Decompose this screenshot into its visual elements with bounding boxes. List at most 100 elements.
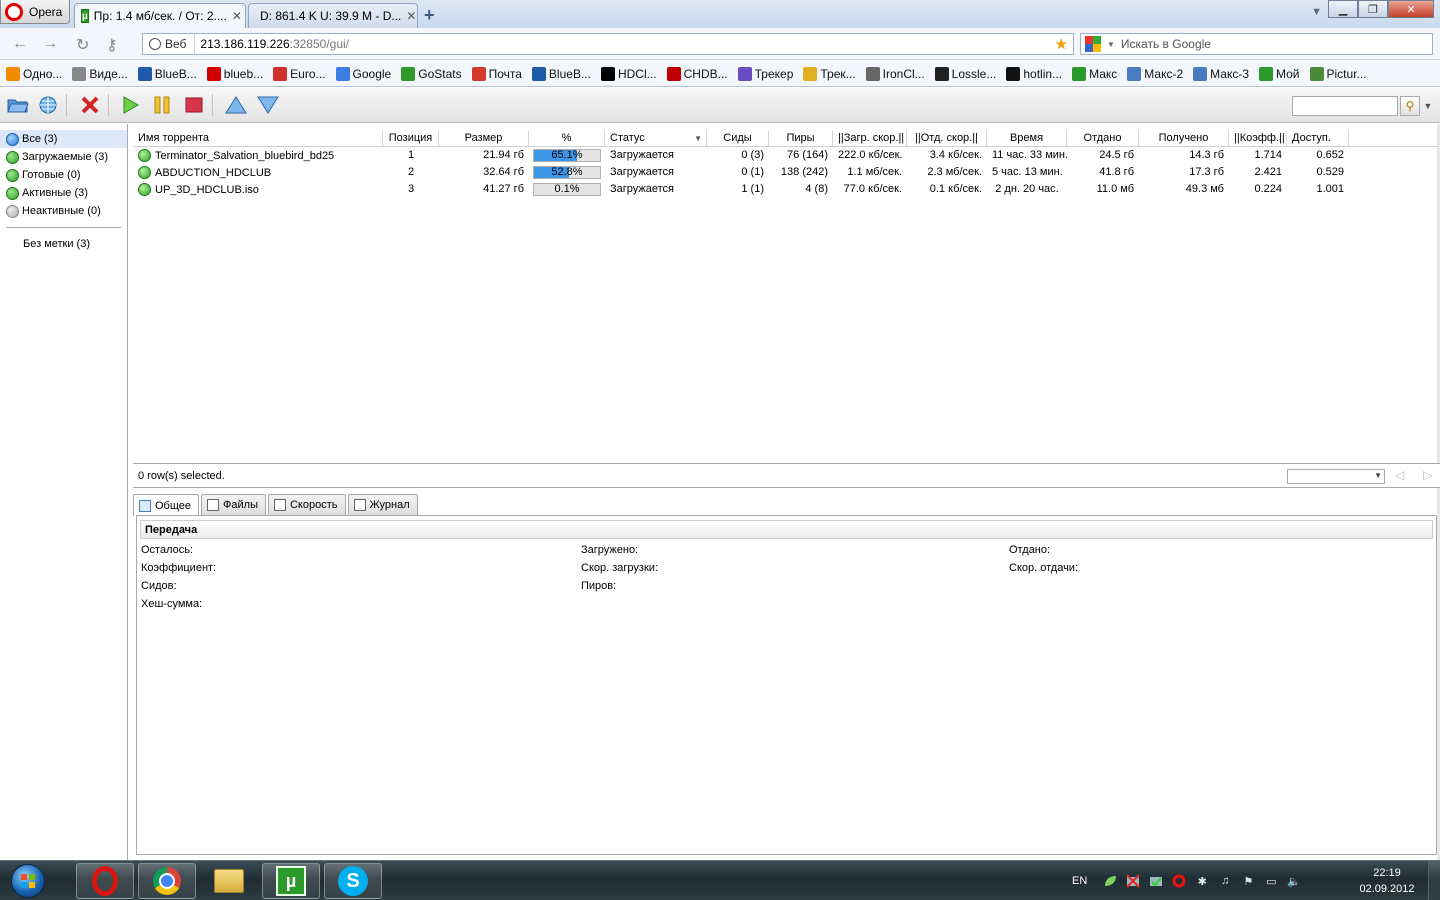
column-header-7[interactable]: ||Загр. скор.||: [833, 130, 907, 146]
prev-page-icon[interactable]: ◁: [1395, 468, 1404, 482]
restore-button[interactable]: ❐: [1358, 0, 1388, 18]
bookmark-10[interactable]: CHDB...: [666, 66, 728, 81]
bookmark-0[interactable]: Одно...: [6, 66, 62, 81]
move-down-button[interactable]: [256, 94, 280, 116]
column-header-4[interactable]: Статус ▼: [605, 130, 707, 146]
sidebar-item-3[interactable]: Активные (3): [0, 184, 127, 202]
browser-tab-utorrent[interactable]: µ Пр: 1.4 мб/сек. / От: 2.... ✕: [74, 3, 246, 28]
add-torrent-button[interactable]: [6, 94, 30, 116]
taskbar-clock[interactable]: 22:19 02.09.2012: [1352, 865, 1422, 897]
stop-button[interactable]: [182, 94, 206, 116]
opera-tray-icon[interactable]: [1171, 873, 1187, 889]
column-header-3[interactable]: %: [529, 130, 605, 146]
close-window-button[interactable]: ✕: [1388, 0, 1434, 18]
monitor-icon[interactable]: ▭: [1263, 873, 1279, 889]
show-desktop-button[interactable]: [1428, 861, 1440, 900]
column-header-10[interactable]: Отдано: [1067, 130, 1139, 146]
page-size-select[interactable]: ▼: [1287, 469, 1385, 484]
taskbar-chrome[interactable]: [138, 863, 196, 899]
move-up-button[interactable]: [224, 94, 248, 116]
column-header-12[interactable]: ||Коэфф.||: [1229, 130, 1287, 146]
detail-tab-0[interactable]: Общее: [133, 494, 200, 516]
new-tab-button[interactable]: +: [424, 5, 435, 26]
forward-arrow-icon[interactable]: →: [42, 35, 58, 53]
column-header-1[interactable]: Позиция: [383, 130, 439, 146]
taskbar-explorer[interactable]: [200, 863, 258, 899]
search-options-chevron-down-icon[interactable]: ▼: [1422, 96, 1434, 116]
network-disabled-icon[interactable]: [1125, 873, 1141, 889]
detail-tab-3[interactable]: Журнал: [347, 494, 418, 515]
bookmark-15[interactable]: hotlin...: [1006, 66, 1062, 81]
bookmark-8[interactable]: BlueB...: [531, 66, 591, 81]
bookmark-7[interactable]: Почта: [471, 66, 522, 81]
address-bar[interactable]: Веб 213.186.119.226:32850/gui/ ★: [142, 33, 1074, 55]
bookmark-2[interactable]: BlueB...: [137, 66, 197, 81]
column-header-8[interactable]: ||Отд. скор.||: [907, 130, 987, 146]
torrent-search-button[interactable]: ⚲: [1400, 96, 1420, 116]
remove-torrent-button[interactable]: [78, 94, 102, 116]
column-header-2[interactable]: Размер: [439, 130, 529, 146]
bookmark-3[interactable]: blueb...: [206, 66, 263, 81]
column-header-6[interactable]: Пиры: [769, 130, 833, 146]
flag-icon[interactable]: ⚑: [1240, 873, 1256, 889]
bookmark-16[interactable]: Макс: [1072, 66, 1117, 81]
bookmark-label: Виде...: [89, 66, 128, 81]
table-row[interactable]: Terminator_Salvation_bluebird_bd25 1 21.94…: [133, 147, 1440, 164]
sidebar-item-1[interactable]: Загружаемые (3): [0, 148, 127, 166]
bookmark-1[interactable]: Виде...: [72, 66, 128, 81]
leaf-icon[interactable]: [1102, 873, 1118, 889]
media-player-icon[interactable]: ♫: [1217, 873, 1233, 889]
minimize-button[interactable]: ▁: [1328, 0, 1358, 18]
taskbar-skype[interactable]: S: [324, 863, 382, 899]
column-header-0[interactable]: Имя торрента: [133, 130, 383, 146]
start-button[interactable]: [118, 94, 142, 116]
close-tab-icon[interactable]: ✕: [232, 9, 242, 23]
volume-icon[interactable]: 🔈: [1286, 873, 1302, 889]
add-url-button[interactable]: [36, 94, 60, 116]
security-check-icon[interactable]: [1148, 873, 1164, 889]
bluetooth-icon[interactable]: ✱: [1194, 873, 1210, 889]
search-engine-chevron-down-icon[interactable]: ▼: [1107, 40, 1115, 49]
input-language[interactable]: EN: [1072, 875, 1087, 887]
detail-tab-1[interactable]: Файлы: [201, 494, 266, 515]
tab-list-chevron-down-icon[interactable]: ▼: [1311, 6, 1322, 18]
bookmark-6[interactable]: GoStats: [401, 66, 462, 81]
bookmark-18[interactable]: Макс-3: [1193, 66, 1249, 81]
bookmark-11[interactable]: Трекер: [737, 66, 793, 81]
key-icon[interactable]: ⚷: [106, 35, 118, 55]
next-page-icon[interactable]: ▷: [1423, 468, 1432, 482]
bookmark-4[interactable]: Euro...: [273, 66, 326, 81]
column-header-9[interactable]: Время: [987, 130, 1067, 146]
sidebar-item-0[interactable]: Все (3): [0, 130, 127, 148]
sidebar-item-4[interactable]: Неактивные (0): [0, 202, 127, 220]
detail-tab-2[interactable]: Скорость: [267, 494, 346, 515]
column-header-5[interactable]: Сиды: [707, 130, 769, 146]
bookmark-14[interactable]: Lossle...: [934, 66, 996, 81]
taskbar-utorrent[interactable]: µ: [262, 863, 320, 899]
browser-tab-deluge[interactable]: D: 861.4 K U: 39.9 M - D... ✕: [248, 3, 418, 28]
back-arrow-icon[interactable]: ←: [12, 35, 28, 53]
bookmark-12[interactable]: Трек...: [803, 66, 856, 81]
table-row[interactable]: UP_3D_HDCLUB.iso 3 41.27 гб 0.1% Загружается…: [133, 181, 1440, 198]
sidebar-item-2[interactable]: Готовые (0): [0, 166, 127, 184]
sidebar-item-no-label[interactable]: Без метки (3): [0, 235, 127, 253]
table-row[interactable]: ABDUCTION_HDCLUB 2 32.64 гб 52.8% Загружаетс…: [133, 164, 1440, 181]
bookmark-13[interactable]: IronCl...: [865, 66, 925, 81]
bookmark-19[interactable]: Мой: [1259, 66, 1300, 81]
column-header-11[interactable]: Получено: [1139, 130, 1229, 146]
taskbar-opera[interactable]: [76, 863, 134, 899]
search-field[interactable]: ▼ Искать в Google: [1080, 33, 1433, 55]
pause-button[interactable]: [150, 94, 174, 116]
bookmark-9[interactable]: HDCl...: [600, 66, 657, 81]
opera-menu-button[interactable]: Opera: [0, 0, 70, 24]
close-tab-icon[interactable]: ✕: [406, 9, 416, 23]
reload-icon[interactable]: ↻: [76, 35, 89, 55]
column-header-13[interactable]: Доступ.: [1287, 130, 1349, 146]
bookmark-20[interactable]: Pictur...: [1309, 66, 1367, 81]
start-button[interactable]: [2, 862, 54, 900]
bookmark-17[interactable]: Макс-2: [1127, 66, 1183, 81]
torrent-search-input[interactable]: [1292, 96, 1398, 116]
address-mode-badge[interactable]: Веб: [143, 34, 196, 54]
bookmark-star-icon[interactable]: ★: [1055, 35, 1068, 53]
bookmark-5[interactable]: Google: [335, 66, 391, 81]
